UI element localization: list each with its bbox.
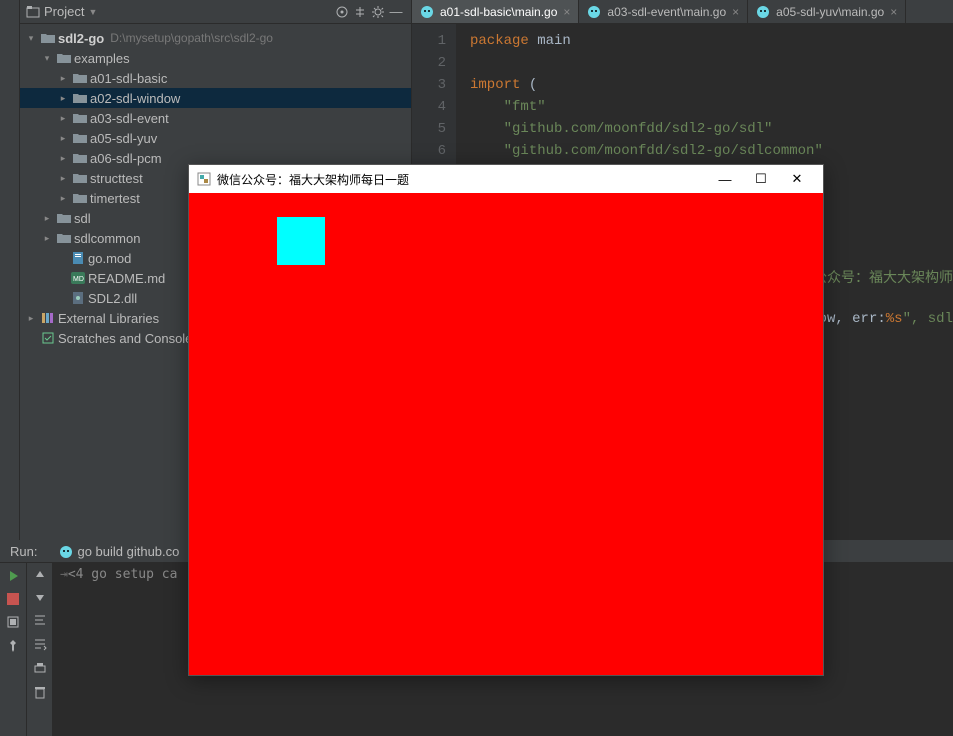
app-icon	[197, 172, 211, 186]
editor-tab[interactable]: a01-sdl-basic\main.go ×	[412, 0, 579, 23]
sdl-canvas	[189, 193, 823, 675]
wrap-icon[interactable]	[33, 613, 47, 627]
chevron-right-icon[interactable]: ▸	[42, 233, 52, 244]
up-icon[interactable]	[34, 569, 46, 581]
code-peek: ow, err:%s", sdl	[819, 308, 953, 330]
tab-label: a01-sdl-basic\main.go	[440, 5, 557, 19]
pin-icon[interactable]	[6, 639, 20, 653]
scratch-icon	[40, 330, 56, 346]
go-file-icon	[587, 5, 601, 19]
folder-icon	[72, 90, 88, 106]
editor-tab[interactable]: a05-sdl-yuv\main.go ×	[748, 0, 906, 23]
folder-icon	[56, 230, 72, 246]
hide-icon[interactable]: —	[387, 3, 405, 21]
sdl-window-title: 微信公众号：福大大架构师每日一题	[217, 171, 409, 188]
sdl-titlebar[interactable]: 微信公众号：福大大架构师每日一题 — ☐ ✕	[189, 165, 823, 193]
root-path: D:\mysetup\gopath\src\sdl2-go	[110, 31, 273, 45]
tree-folder[interactable]: ▸ a05-sdl-yuv	[20, 128, 411, 148]
markdown-icon: MD	[70, 270, 86, 286]
chevron-right-icon[interactable]: ▸	[58, 173, 68, 184]
file-icon	[70, 250, 86, 266]
trash-icon[interactable]	[33, 685, 47, 699]
tree-folder-selected[interactable]: ▸ a02-sdl-window	[20, 88, 411, 108]
folder-icon	[72, 130, 88, 146]
chevron-right-icon[interactable]: ▸	[58, 93, 68, 104]
sidebar-title: Project	[44, 4, 84, 19]
rerun-icon[interactable]	[6, 569, 20, 583]
run-config-name[interactable]: go build github.co	[77, 544, 179, 559]
editor-tabbar: a01-sdl-basic\main.go × a03-sdl-event\ma…	[412, 0, 953, 24]
close-icon[interactable]: ×	[890, 5, 897, 19]
sidebar-header: Project ▼ —	[20, 0, 411, 24]
gear-icon[interactable]	[369, 3, 387, 21]
tree-root[interactable]: ▾ sdl2-go D:\mysetup\gopath\src\sdl2-go	[20, 28, 411, 48]
chevron-down-icon[interactable]: ▾	[26, 33, 36, 44]
left-tool-rail	[0, 0, 20, 540]
scroll-icon[interactable]	[33, 637, 47, 651]
code-peek: 公众号：福大大架构师	[813, 268, 953, 290]
editor-tab[interactable]: a03-sdl-event\main.go ×	[579, 0, 748, 23]
chevron-right-icon[interactable]: ▸	[58, 193, 68, 204]
folder-icon	[72, 170, 88, 186]
down-icon[interactable]	[34, 591, 46, 603]
close-icon[interactable]: ×	[732, 5, 739, 19]
close-button[interactable]: ✕	[779, 171, 815, 187]
print-icon[interactable]	[33, 661, 47, 675]
close-icon[interactable]: ×	[563, 5, 570, 19]
locate-icon[interactable]	[333, 3, 351, 21]
run-toolbar-left	[0, 563, 26, 736]
folder-icon	[72, 110, 88, 126]
folder-icon	[40, 30, 56, 46]
tree-folder-examples[interactable]: ▾ examples	[20, 48, 411, 68]
minimize-button[interactable]: —	[707, 172, 743, 187]
sdl-app-window[interactable]: 微信公众号：福大大架构师每日一题 — ☐ ✕	[188, 164, 824, 676]
chevron-right-icon[interactable]: ▸	[58, 113, 68, 124]
tab-label: a03-sdl-event\main.go	[607, 5, 726, 19]
folder-icon	[56, 210, 72, 226]
chevron-right-icon[interactable]: ▸	[58, 73, 68, 84]
expand-icon[interactable]	[351, 3, 369, 21]
dll-icon	[70, 290, 86, 306]
chevron-right-icon[interactable]: ▸	[58, 153, 68, 164]
run-label: Run:	[10, 544, 37, 559]
chevron-right-icon[interactable]: ▸	[26, 313, 36, 324]
tab-label: a05-sdl-yuv\main.go	[776, 5, 884, 19]
project-icon	[26, 5, 40, 19]
config-icon[interactable]	[6, 615, 20, 629]
folder-icon	[72, 150, 88, 166]
chevron-right-icon[interactable]: ▸	[58, 133, 68, 144]
library-icon	[40, 310, 56, 326]
folder-icon	[56, 50, 72, 66]
chevron-down-icon[interactable]: ▾	[42, 53, 52, 64]
go-file-icon	[420, 5, 434, 19]
stop-icon[interactable]	[7, 593, 19, 605]
folder-icon	[72, 70, 88, 86]
root-name: sdl2-go	[58, 31, 104, 46]
go-file-icon	[756, 5, 770, 19]
run-toolbar-right	[26, 563, 52, 736]
chevron-down-icon[interactable]: ▼	[88, 7, 97, 17]
chevron-right-icon[interactable]: ▸	[42, 213, 52, 224]
folder-icon	[72, 190, 88, 206]
go-file-icon	[59, 545, 73, 559]
maximize-button[interactable]: ☐	[743, 171, 779, 187]
tree-folder[interactable]: ▸ a03-sdl-event	[20, 108, 411, 128]
tree-folder[interactable]: ▸ a01-sdl-basic	[20, 68, 411, 88]
svg-text:MD: MD	[73, 276, 84, 283]
sdl-cyan-rect	[277, 217, 325, 265]
